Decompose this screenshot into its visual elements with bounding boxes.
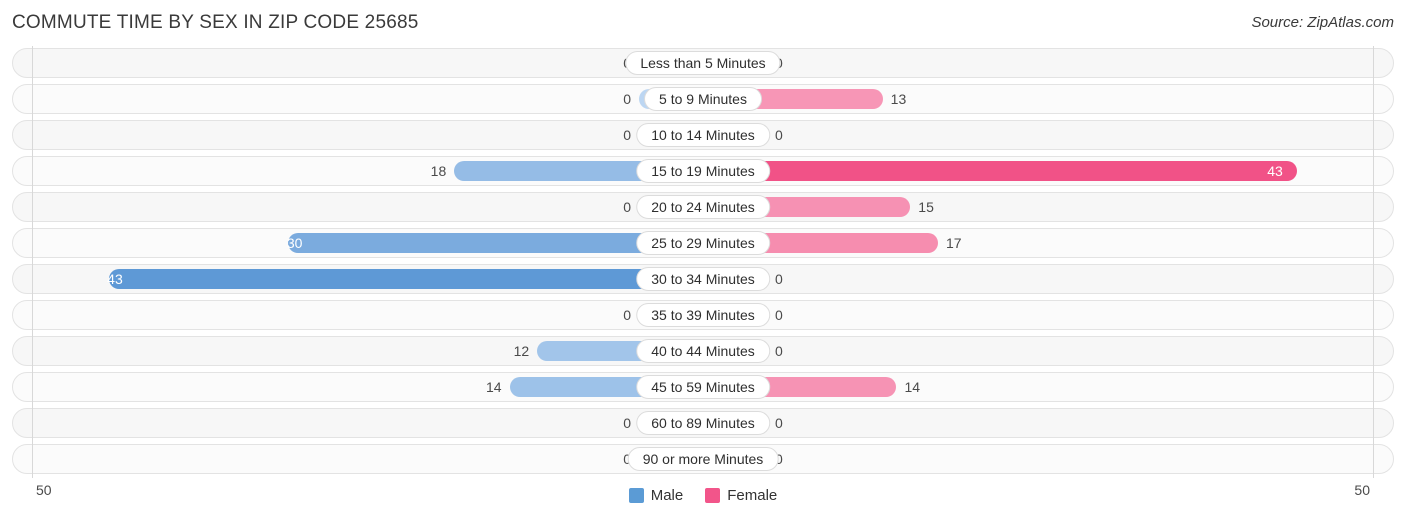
- source-attribution: Source: ZipAtlas.com: [1251, 14, 1394, 31]
- value-label-male: 18: [430, 163, 447, 179]
- chart-row: 0 0 60 to 89 Minutes: [12, 408, 1394, 438]
- legend-swatch-female-icon: [705, 488, 721, 503]
- legend-label-male: Male: [650, 487, 684, 504]
- value-label-female: 15: [918, 199, 934, 215]
- chart-row: 14 14 45 to 59 Minutes: [12, 372, 1394, 402]
- value-label-female: 43: [1267, 163, 1283, 179]
- value-label-male: 30: [286, 235, 303, 251]
- legend-label-female: Female: [727, 487, 778, 504]
- value-label-female: 0: [775, 127, 783, 143]
- chart-row: 0 0 10 to 14 Minutes: [12, 120, 1394, 150]
- legend: Male Female: [0, 487, 1406, 504]
- category-label: Less than 5 Minutes: [625, 51, 781, 75]
- bar-male[interactable]: [108, 269, 703, 289]
- value-label-female: 0: [775, 415, 783, 431]
- chart-row: 43 0 30 to 34 Minutes: [12, 264, 1394, 294]
- category-label: 90 or more Minutes: [627, 447, 779, 471]
- chart-row: 0 0 35 to 39 Minutes: [12, 300, 1394, 330]
- category-label: 15 to 19 Minutes: [636, 159, 770, 183]
- legend-item-male[interactable]: Male: [628, 487, 684, 504]
- page-title: COMMUTE TIME BY SEX IN ZIP CODE 25685: [12, 12, 419, 33]
- category-label: 25 to 29 Minutes: [636, 231, 770, 255]
- value-label-female: 13: [890, 91, 907, 107]
- value-label-female: 0: [775, 307, 783, 323]
- value-label-female: 14: [904, 379, 921, 395]
- value-label-female: 0: [775, 343, 783, 359]
- chart-footer: 50 50 Male Female: [0, 478, 1406, 523]
- legend-swatch-male-icon: [628, 488, 644, 503]
- value-label-female: 17: [945, 235, 962, 251]
- chart-header: COMMUTE TIME BY SEX IN ZIP CODE 25685 So…: [0, 0, 1406, 46]
- chart-row: 0 13 5 to 9 Minutes: [12, 84, 1394, 114]
- value-label-male: 0: [623, 127, 631, 143]
- value-label-male: 0: [623, 199, 631, 215]
- axis-spine-right: [1373, 46, 1374, 478]
- value-label-female: 0: [775, 271, 783, 287]
- category-label: 5 to 9 Minutes: [644, 87, 762, 111]
- category-label: 45 to 59 Minutes: [636, 375, 770, 399]
- value-label-male: 43: [107, 271, 123, 287]
- chart-row: 30 17 25 to 29 Minutes: [12, 228, 1394, 258]
- category-label: 30 to 34 Minutes: [636, 267, 770, 291]
- value-label-male: 0: [623, 415, 631, 431]
- chart-row: 00Less than 5 Minutes: [12, 48, 1394, 78]
- chart-row: 0 15 20 to 24 Minutes: [12, 192, 1394, 222]
- value-label-male: 12: [513, 343, 530, 359]
- category-label: 10 to 14 Minutes: [636, 123, 770, 147]
- bar-female[interactable]: [703, 161, 1298, 181]
- chart-row: 12 0 40 to 44 Minutes: [12, 336, 1394, 366]
- category-label: 20 to 24 Minutes: [636, 195, 770, 219]
- chart-row: 18 43 15 to 19 Minutes: [12, 156, 1394, 186]
- value-label-male: 0: [623, 91, 631, 107]
- category-label: 60 to 89 Minutes: [636, 411, 770, 435]
- category-label: 40 to 44 Minutes: [636, 339, 770, 363]
- legend-item-female[interactable]: Female: [705, 487, 777, 504]
- value-label-male: 0: [623, 307, 631, 323]
- chart-row: 0090 or more Minutes: [12, 444, 1394, 474]
- category-label: 35 to 39 Minutes: [636, 303, 770, 327]
- diverging-bar-plot: 00Less than 5 Minutes0135 to 9 Minutes00…: [0, 46, 1406, 478]
- axis-spine-left: [32, 46, 33, 478]
- value-label-male: 14: [485, 379, 502, 395]
